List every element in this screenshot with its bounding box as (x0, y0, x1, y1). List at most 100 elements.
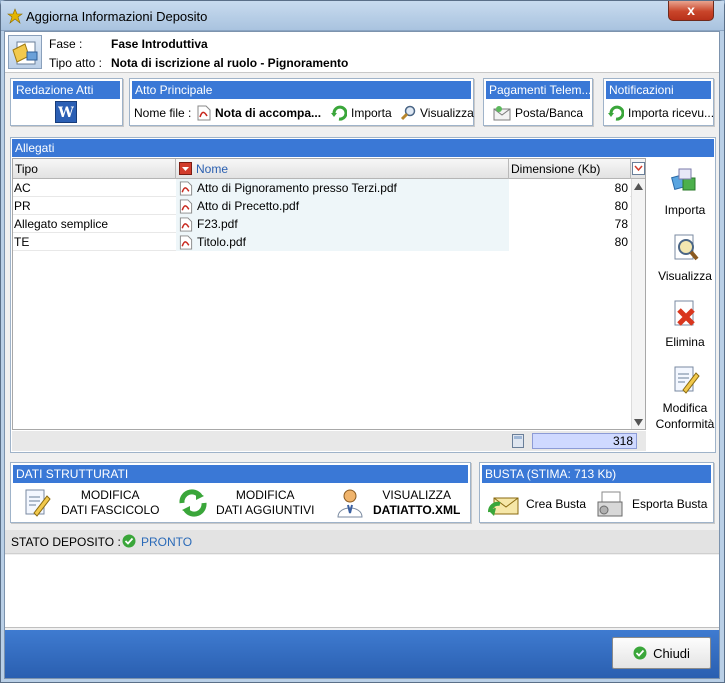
table-row[interactable]: AC Atto di Pignoramento presso Terzi.pdf… (13, 179, 631, 197)
notificazioni-group: Notificazioni Importa ricevu... (603, 78, 714, 126)
word-icon[interactable]: W (55, 101, 77, 123)
table-header: Tipo Nome Dimensione (Kb) (13, 159, 645, 179)
chiudi-label: Chiudi (653, 645, 690, 661)
tipo-atto-label: Tipo atto : (49, 56, 102, 70)
pdf-icon (179, 180, 193, 196)
cell-dimensione: 78 (509, 215, 630, 233)
fascicolo-line-2: DATI FASCICOLO (61, 503, 160, 517)
column-chooser-icon[interactable] (632, 162, 645, 175)
pdf-icon (179, 198, 193, 214)
modifica-label-2: Conformità (655, 417, 715, 431)
importa-ricevute-button[interactable]: Importa ricevu... (608, 105, 714, 121)
column-header-dimensione[interactable]: Dimensione (Kb) (509, 159, 631, 179)
cell-nome: Titolo.pdf (176, 233, 509, 251)
sort-icon (179, 162, 192, 175)
pagamenti-group: Pagamenti Telem... Posta/Banca (483, 78, 593, 126)
visualizza-atto-label: Visualizza (420, 106, 474, 120)
crea-busta-button[interactable]: Crea Busta (488, 490, 586, 518)
cell-tipo: PR (14, 199, 31, 213)
pdf-icon (197, 105, 211, 121)
cell-dimensione: 80 (509, 233, 630, 251)
visualizza-datiatto-button[interactable]: VISUALIZZA DATIATTO.XML (333, 487, 460, 519)
dialog-window: Aggiorna Informazioni Deposito x Fase : … (0, 0, 725, 683)
aggiuntivi-line-1: MODIFICA (235, 488, 295, 502)
pdf-icon (179, 234, 193, 250)
stato-messages-area (5, 555, 719, 628)
atto-principale-title: Atto Principale (132, 81, 471, 99)
importa-allegato-button[interactable]: Importa (654, 166, 716, 218)
table-row[interactable]: Allegato semplice F23.pdf 78 (13, 215, 631, 233)
redazione-atti-title: Redazione Atti (13, 81, 120, 99)
importa-allegato-label: Importa (664, 203, 706, 217)
user-icon (337, 489, 363, 518)
svg-text:W: W (57, 105, 74, 121)
dati-strutturati-title: DATI STRUTTURATI (13, 465, 468, 483)
visualizza-allegato-label: Visualizza (658, 269, 712, 283)
allegati-panel: Allegati Tipo Nome Dimensione (Kb) AC At… (10, 137, 716, 453)
modifica-conformita-button[interactable]: Modifica Conformità (654, 364, 716, 432)
magnifier-icon (674, 234, 699, 261)
scroll-down-icon[interactable] (634, 419, 643, 426)
cell-tipo: TE (14, 235, 30, 249)
importa-atto-label: Importa (351, 106, 392, 120)
cell-nome: Atto di Precetto.pdf (176, 197, 509, 215)
total-size-value: 318 (532, 433, 637, 449)
title-bar[interactable]: Aggiorna Informazioni Deposito x (1, 1, 724, 31)
allegati-title: Allegati (12, 139, 714, 157)
import-icon (671, 168, 696, 191)
table-row[interactable]: TE Titolo.pdf 80 (13, 233, 631, 251)
dati-strutturati-group: DATI STRUTTURATI MODIFICA DATI FASCICOLO… (10, 462, 471, 523)
chiudi-button[interactable]: Chiudi (612, 637, 711, 669)
modifica-dati-fascicolo-button[interactable]: MODIFICA DATI FASCICOLO (21, 487, 159, 519)
edit-icon (25, 489, 51, 517)
green-arrow-icon (331, 105, 347, 121)
allegati-table: Tipo Nome Dimensione (Kb) AC Atto di Pig… (12, 158, 646, 430)
importa-atto-button[interactable]: Importa (331, 105, 392, 121)
vertical-scrollbar[interactable] (631, 179, 645, 429)
visualizza-atto-button[interactable]: Visualizza (400, 105, 474, 121)
document-icon (8, 35, 42, 69)
pdf-icon (179, 216, 193, 232)
scroll-up-icon[interactable] (634, 183, 643, 190)
envelope-icon (493, 106, 511, 121)
esporta-busta-button[interactable]: Esporta Busta (594, 490, 707, 518)
fascicolo-line-1: MODIFICA (80, 488, 140, 502)
busta-title: BUSTA (STIMA: 713 Kb) (482, 465, 711, 483)
cell-tipo: AC (14, 181, 31, 195)
redazione-atti-group: Redazione Atti W (10, 78, 123, 126)
aggiuntivi-line-2: DATI AGGIUNTIVI (216, 503, 315, 517)
check-circle-icon (122, 534, 136, 548)
esporta-busta-label: Esporta Busta (632, 497, 708, 511)
atto-principale-group: Atto Principale Nome file : Nota di acco… (129, 78, 474, 126)
table-row[interactable]: PR Atto di Precetto.pdf 80 (13, 197, 631, 215)
cell-nome: Atto di Pignoramento presso Terzi.pdf (176, 179, 509, 197)
modifica-dati-aggiuntivi-button[interactable]: MODIFICA DATI AGGIUNTIVI (176, 487, 314, 519)
visualizza-allegato-button[interactable]: Visualizza (654, 232, 716, 284)
elimina-allegato-label: Elimina (665, 335, 705, 349)
footer-bar: Chiudi (5, 630, 719, 678)
cell-nome: F23.pdf (176, 215, 509, 233)
totals-bar: 318 (12, 431, 646, 451)
posta-banca-button[interactable]: Posta/Banca (493, 104, 583, 122)
create-envelope-icon (488, 497, 519, 516)
window-title: Aggiorna Informazioni Deposito (26, 9, 208, 24)
elimina-allegato-button[interactable]: Elimina (654, 298, 716, 350)
pagamenti-title: Pagamenti Telem... (486, 81, 590, 99)
magnifier-icon (400, 105, 416, 121)
close-button[interactable]: x (668, 1, 714, 21)
stato-deposito-label: STATO DEPOSITO : (11, 535, 121, 549)
main-file-name: Nota di accompa... (215, 106, 322, 120)
dialog-body: Fase : Fase Introduttiva Tipo atto : Not… (4, 31, 720, 679)
notificazioni-title: Notificazioni (606, 81, 711, 99)
column-header-nome[interactable]: Nome (176, 159, 509, 179)
main-file-link[interactable]: Nota di accompa... (197, 105, 321, 121)
posta-banca-label: Posta/Banca (515, 106, 584, 120)
nome-file-label: Nome file : (134, 106, 192, 120)
datiatto-line-1: VISUALIZZA (382, 488, 451, 502)
stato-deposito-value: PRONTO (141, 535, 193, 549)
green-arrow-icon (608, 105, 624, 121)
calculator-icon (512, 434, 524, 448)
file-name: Titolo.pdf (197, 235, 246, 249)
modifica-label-1: Modifica (662, 401, 708, 415)
column-header-tipo[interactable]: Tipo (13, 159, 176, 179)
